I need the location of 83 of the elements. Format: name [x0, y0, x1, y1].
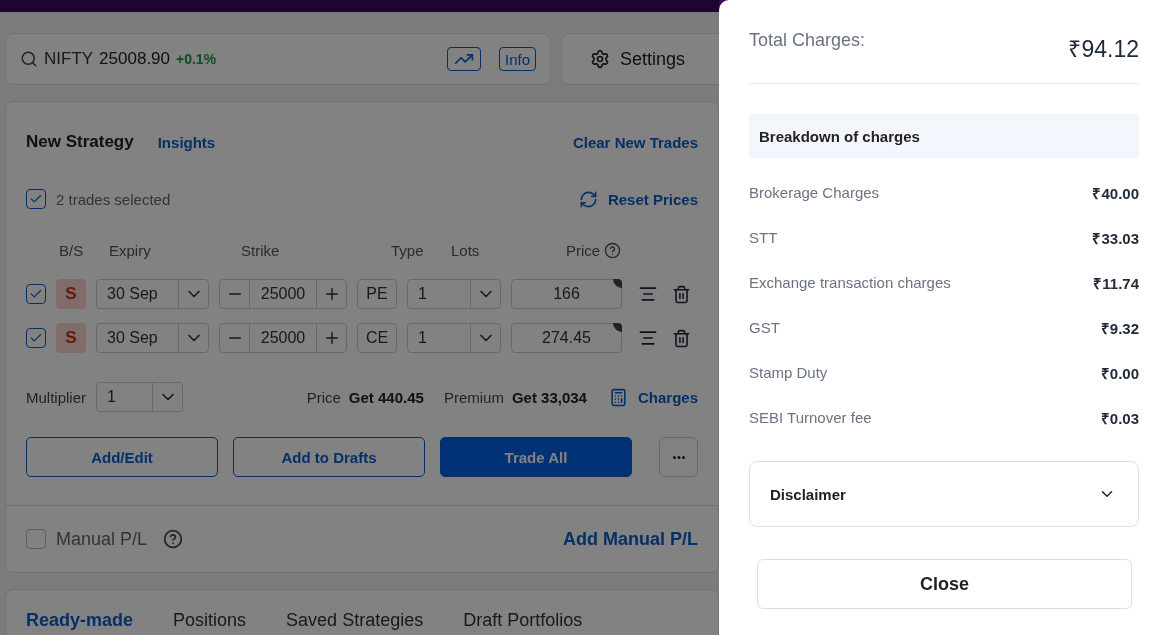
check-icon [29, 287, 43, 301]
action-button[interactable]: Add/Edit [26, 437, 218, 477]
corner-marker-icon [613, 323, 622, 332]
tab[interactable]: Saved Strategies [286, 610, 424, 635]
tab[interactable]: Draft Portfolios [463, 610, 583, 635]
disclaimer-accordion[interactable]: Disclaimer [749, 461, 1139, 527]
price-label: Price [306, 388, 341, 406]
column-header: Price [566, 241, 601, 259]
charge-value: ₹33.03 [1092, 228, 1139, 248]
help-icon[interactable] [163, 529, 184, 549]
strategy-title: New Strategy [26, 132, 134, 152]
reset-prices-link[interactable]: Reset Prices [578, 189, 698, 209]
charge-label: STT [749, 229, 778, 246]
strike-stepper[interactable]: 25000 [219, 323, 347, 353]
column-header: Lots [451, 241, 480, 259]
close-button[interactable]: Close [757, 559, 1132, 609]
expiry-select[interactable]: 30 Sep [96, 279, 209, 309]
charge-label: Exchange transaction charges [749, 274, 951, 291]
total-label: Total Charges: [749, 30, 866, 51]
charge-value: ₹9.32 [1100, 318, 1139, 338]
index-change: +0.1% [176, 51, 217, 67]
price-value: Get 440.45 [348, 388, 424, 406]
trade-all-button[interactable]: Trade All [440, 437, 632, 477]
charge-value: ₹11.74 [1093, 273, 1139, 293]
multiplier-select[interactable]: 1 [96, 382, 183, 412]
check-icon [29, 192, 43, 206]
info-button[interactable]: Info [498, 47, 536, 71]
sell-badge[interactable]: S [56, 279, 86, 309]
charge-value: ₹0.03 [1100, 408, 1139, 428]
premium-value: Get 33,034 [511, 388, 587, 406]
column-header: Type [391, 241, 424, 259]
check-icon [29, 331, 43, 345]
expiry-select[interactable]: 30 Sep [96, 323, 209, 353]
column-header: Expiry [109, 241, 151, 259]
index-symbol: NIFTY [44, 49, 94, 69]
manual-pl-checkbox[interactable] [26, 529, 46, 549]
settings-icon [590, 49, 610, 69]
chart-button[interactable] [446, 47, 481, 71]
charge-label: Brokerage Charges [749, 184, 880, 201]
strike-stepper[interactable]: 25000 [219, 279, 347, 309]
multiplier-label: Multiplier [26, 388, 86, 406]
help-icon[interactable] [604, 241, 622, 259]
settings-button[interactable]: Settings [561, 33, 719, 85]
total-value: ₹94.12 [1068, 35, 1139, 64]
price-field[interactable]: 274.45 [511, 323, 622, 353]
column-header: Strike [241, 241, 280, 259]
sell-badge[interactable]: S [56, 323, 86, 353]
manual-pl-label: Manual P/L [56, 528, 148, 550]
selected-count: 2 trades selected [56, 190, 171, 208]
clear-trades-link[interactable]: Clear New Trades [572, 133, 698, 151]
tab[interactable]: Ready-made [26, 610, 134, 635]
price-field[interactable]: 166 [511, 279, 622, 309]
reset-icon [578, 189, 598, 209]
charge-label: SEBI Turnover fee [749, 409, 872, 426]
lines-icon[interactable] [638, 284, 658, 304]
premium-label: Premium [443, 388, 504, 406]
charge-value: ₹0.00 [1100, 363, 1139, 383]
lines-icon[interactable] [638, 328, 658, 348]
lots-select[interactable]: 1 [407, 323, 501, 353]
column-header: B/S [59, 241, 84, 259]
tab[interactable]: Positions [173, 610, 247, 635]
option-type: PE [357, 279, 397, 309]
option-type: CE [357, 323, 397, 353]
search-icon [20, 50, 38, 68]
charge-label: GST [749, 319, 780, 336]
trash-icon[interactable] [672, 284, 691, 304]
index-price: 25008.90 [99, 49, 170, 69]
lots-select[interactable]: 1 [407, 279, 501, 309]
add-manual-pl-link[interactable]: Add Manual P/L [563, 528, 698, 550]
trade-checkbox[interactable] [26, 284, 46, 304]
charges-link[interactable]: Charges [608, 387, 698, 407]
select-all-checkbox[interactable] [26, 189, 46, 209]
trash-icon[interactable] [672, 328, 691, 348]
charge-value: ₹40.00 [1092, 183, 1139, 203]
charge-label: Stamp Duty [749, 364, 828, 381]
search-field[interactable]: NIFTY 25008.90 +0.1% Info [5, 33, 551, 85]
calculator-icon [608, 387, 628, 407]
more-icon [672, 455, 685, 459]
trade-checkbox[interactable] [26, 328, 46, 348]
action-button[interactable]: Add to Drafts [233, 437, 425, 477]
insights-link[interactable]: Insights [157, 133, 216, 151]
corner-marker-icon [613, 279, 622, 288]
breakdown-heading: Breakdown of charges [749, 114, 1139, 158]
